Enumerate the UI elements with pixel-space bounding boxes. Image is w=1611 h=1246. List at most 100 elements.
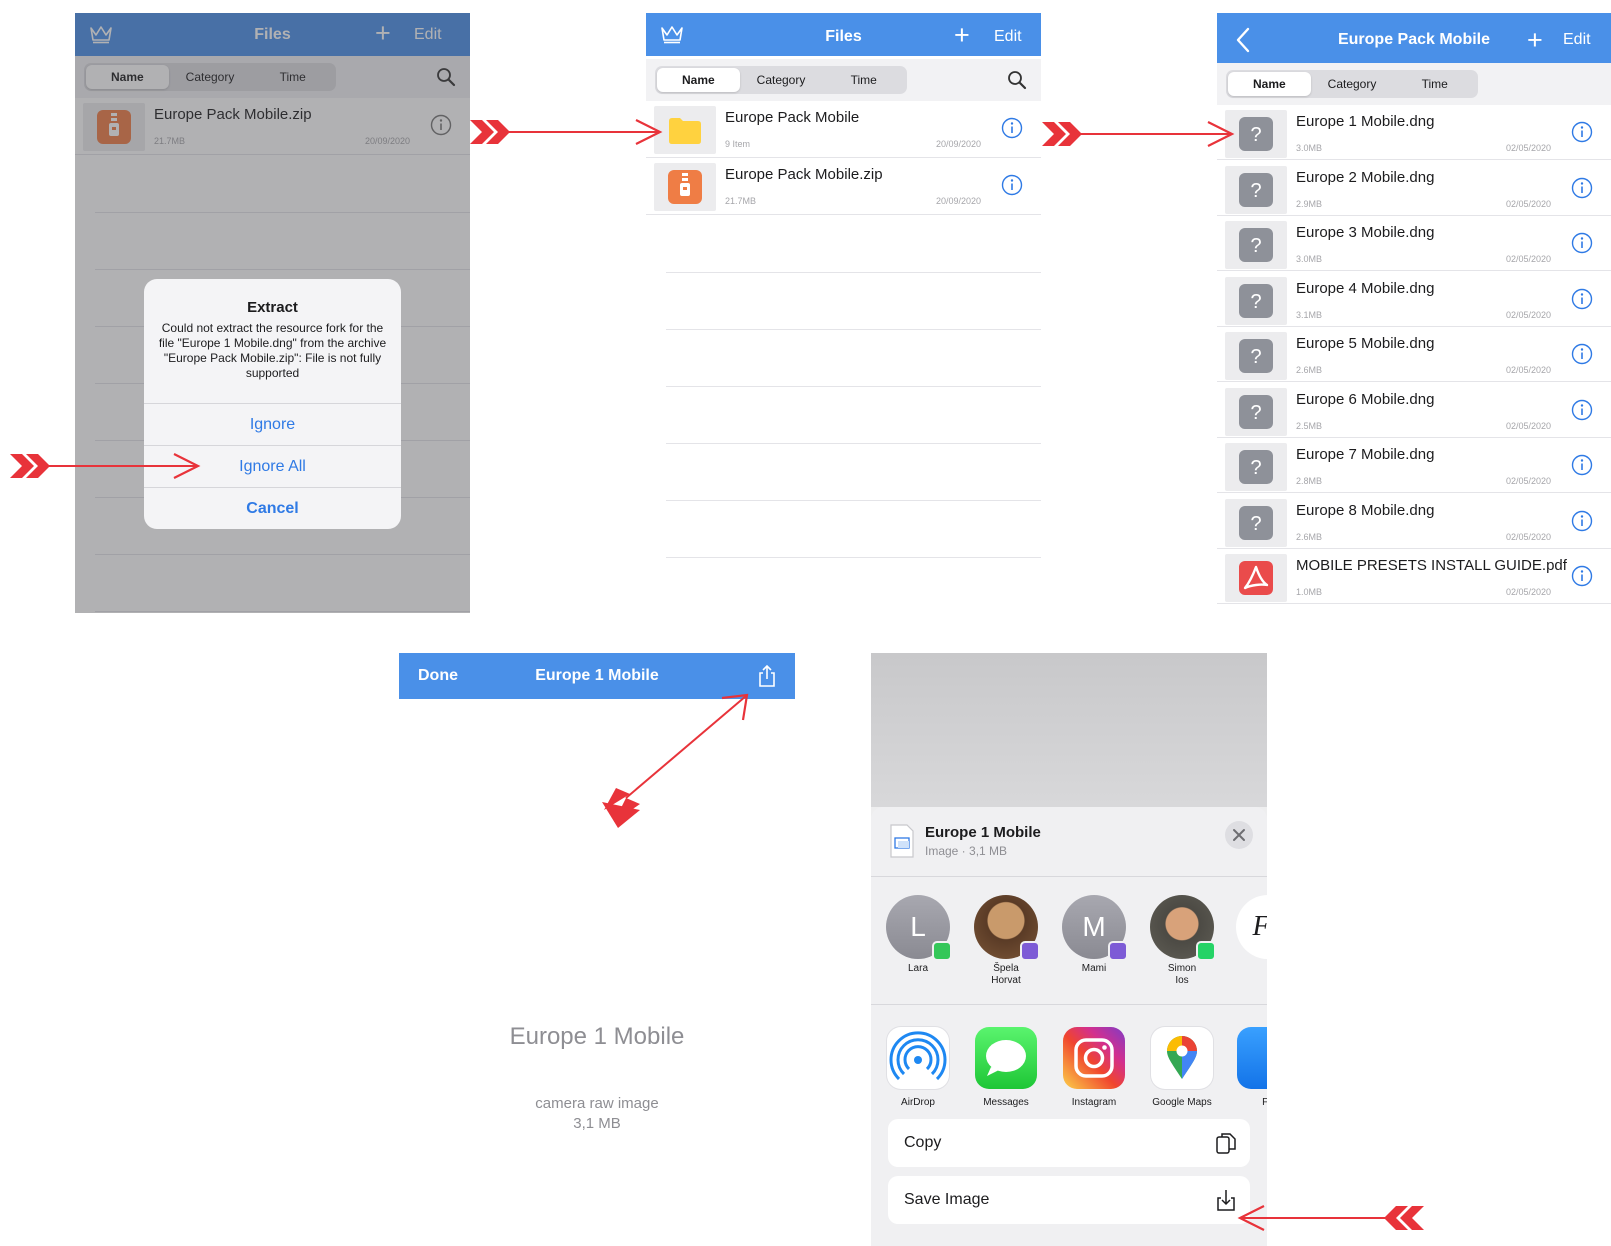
- sort-segmented-control: Name Category Time: [655, 66, 907, 94]
- sort-category-tab[interactable]: Category: [740, 68, 823, 92]
- info-icon[interactable]: [1571, 121, 1593, 143]
- app-name: Google Maps: [1152, 1097, 1212, 1108]
- folder-item-count: 9 Item: [725, 139, 751, 149]
- file-name: Europe 7 Mobile.dng: [1296, 446, 1435, 463]
- add-button[interactable]: +: [1527, 27, 1543, 54]
- file-date: 02/05/2020: [1505, 198, 1551, 209]
- info-icon[interactable]: [1571, 454, 1593, 476]
- cancel-button[interactable]: Cancel: [144, 487, 401, 529]
- sort-category-tab[interactable]: Category: [1311, 72, 1394, 96]
- sort-name-tab[interactable]: Name: [657, 68, 740, 92]
- app-badge-icon: [1020, 941, 1040, 961]
- avatar: [974, 895, 1040, 961]
- svg-text:?: ?: [1250, 180, 1261, 202]
- info-icon[interactable]: [1001, 174, 1023, 196]
- share-sheet: Europe 1 Mobile Image · 3,1 MB L Lara Špel…: [871, 807, 1267, 1246]
- share-app-fa[interactable]: Fa: [1227, 1027, 1267, 1108]
- copy-icon: [1216, 1133, 1236, 1154]
- file-row-dng[interactable]: ? Europe 8 Mobile.dng 2.6MB 02/05/2020: [1217, 493, 1611, 549]
- file-date: 20/09/2020: [935, 196, 981, 206]
- sort-name-tab[interactable]: Name: [1228, 72, 1311, 96]
- sort-toolbar: Name Category Time: [646, 59, 1041, 101]
- arrow-to-folder: [470, 119, 663, 145]
- preview-file-type: camera raw image: [535, 1095, 659, 1112]
- sort-segmented-control: Name Category Time: [1226, 70, 1478, 98]
- sort-time-tab[interactable]: Time: [1393, 72, 1476, 96]
- info-icon[interactable]: [1571, 232, 1593, 254]
- file-thumbnail: [1225, 554, 1287, 602]
- share-app-google-maps[interactable]: Google Maps: [1141, 1027, 1223, 1108]
- share-app-airdrop[interactable]: AirDrop: [877, 1027, 959, 1108]
- file-row-zip[interactable]: Europe Pack Mobile.zip 21.7MB 20/09/2020: [646, 158, 1041, 215]
- edit-button[interactable]: Edit: [1563, 13, 1591, 63]
- close-button[interactable]: [1225, 821, 1253, 849]
- edit-button[interactable]: Edit: [994, 15, 1022, 58]
- file-row-dng[interactable]: ? Europe 1 Mobile.dng 3.0MB 02/05/2020: [1217, 105, 1611, 160]
- file-row-dng[interactable]: ? Europe 4 Mobile.dng 3.1MB 02/05/2020: [1217, 271, 1611, 327]
- file-row-dng[interactable]: ? Europe 7 Mobile.dng 2.8MB 02/05/2020: [1217, 438, 1611, 493]
- zip-icon: [668, 170, 702, 204]
- file-thumbnail: ?: [1225, 332, 1287, 380]
- info-icon[interactable]: [1571, 343, 1593, 365]
- arrow-to-ignore-all: [10, 453, 201, 479]
- save-image-action[interactable]: Save Image: [888, 1176, 1250, 1224]
- file-size: 3.0MB: [1296, 254, 1323, 264]
- file-size: 21.7MB: [725, 196, 757, 206]
- file-size: 2.5MB: [1296, 420, 1323, 431]
- file-row-dng[interactable]: ? Europe 3 Mobile.dng 3.0MB 02/05/2020: [1217, 216, 1611, 271]
- avatar: Fa: [1236, 895, 1267, 959]
- app-name: Fa: [1262, 1097, 1267, 1108]
- svg-text:?: ?: [1250, 346, 1261, 368]
- ignore-button[interactable]: Ignore: [144, 403, 401, 445]
- info-icon[interactable]: [1571, 510, 1593, 532]
- info-icon[interactable]: [1001, 117, 1023, 139]
- file-size: 2.6MB: [1296, 365, 1323, 375]
- copy-action[interactable]: Copy: [888, 1119, 1250, 1167]
- share-contact[interactable]: Fa (: [1229, 895, 1267, 975]
- avatar: M: [1062, 895, 1128, 961]
- list-separator: [666, 386, 1041, 387]
- share-people-row: L Lara Špela Horvat M Mami Simon Ios Fa (: [871, 877, 1267, 1005]
- svg-text:?: ?: [1250, 513, 1261, 535]
- nav-title: Files: [825, 28, 862, 45]
- svg-text:?: ?: [1250, 291, 1261, 313]
- info-icon[interactable]: [1571, 288, 1593, 310]
- share-contact[interactable]: Simon Ios: [1143, 895, 1221, 987]
- alert-title: Extract: [247, 299, 298, 316]
- info-icon[interactable]: [1571, 399, 1593, 421]
- file-name: Europe 8 Mobile.dng: [1296, 501, 1435, 519]
- info-icon[interactable]: [1571, 177, 1593, 199]
- nav-title: Europe Pack Mobile: [1337, 31, 1491, 48]
- add-button[interactable]: +: [954, 22, 970, 49]
- share-contact[interactable]: L Lara: [879, 895, 957, 975]
- airdrop-icon: [887, 1027, 949, 1089]
- share-contact[interactable]: M Mami: [1055, 895, 1133, 975]
- list-separator: [666, 329, 1041, 330]
- sort-time-tab[interactable]: Time: [822, 68, 905, 92]
- file-row-dng[interactable]: ? Europe 6 Mobile.dng 2.5MB 02/05/2020: [1217, 382, 1611, 438]
- file-thumbnail: ?: [1225, 443, 1287, 491]
- app-name: AirDrop: [901, 1097, 935, 1108]
- file-size: 2.9MB: [1296, 198, 1323, 209]
- file-name: Europe 3 Mobile.dng: [1296, 224, 1435, 241]
- share-contact[interactable]: Špela Horvat: [967, 895, 1045, 987]
- file-size: 2.8MB: [1296, 476, 1323, 486]
- file-size: 1.0MB: [1296, 587, 1323, 597]
- arrow-to-share: [602, 693, 749, 828]
- app-badge-icon: [932, 941, 952, 961]
- contact-name: (: [1229, 963, 1267, 975]
- pdf-icon: [1239, 561, 1273, 595]
- file-name: Europe 1 Mobile.dng: [1296, 113, 1435, 130]
- share-app-instagram[interactable]: Instagram: [1053, 1027, 1135, 1108]
- search-icon[interactable]: [1007, 70, 1027, 90]
- file-row-pdf[interactable]: MOBILE PRESETS INSTALL GUIDE.pdf 1.0MB 02/…: [1217, 549, 1611, 604]
- file-row-dng[interactable]: ? Europe 2 Mobile.dng 2.9MB 02/05/2020: [1217, 160, 1611, 216]
- info-icon[interactable]: [1571, 565, 1593, 587]
- share-app-messages[interactable]: Messages: [965, 1027, 1047, 1108]
- contact-name: Lara: [907, 963, 928, 974]
- files-app-icon: [1237, 1027, 1267, 1089]
- file-row-folder[interactable]: Europe Pack Mobile 9 Item 20/09/2020: [646, 101, 1041, 158]
- file-row-dng[interactable]: ? Europe 5 Mobile.dng 2.6MB 02/05/2020: [1217, 327, 1611, 382]
- file-name: Europe 4 Mobile.dng: [1296, 279, 1435, 297]
- share-icon[interactable]: [757, 664, 777, 688]
